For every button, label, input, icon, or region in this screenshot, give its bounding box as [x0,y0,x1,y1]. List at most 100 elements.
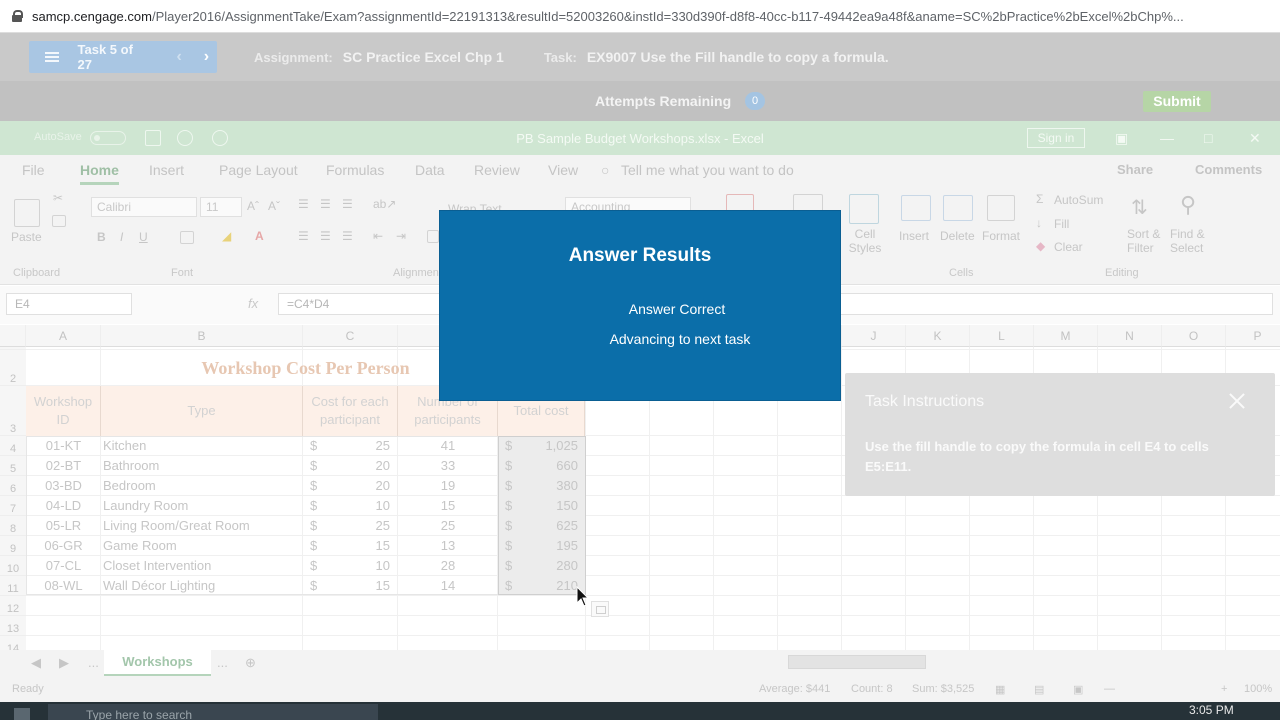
search-icon[interactable]: ⚲ [1180,192,1196,218]
cell-cost-4[interactable]: 25 [330,436,390,455]
column-header-m[interactable]: M [1034,325,1098,347]
cell-id-4[interactable]: 01-KT [26,436,101,455]
row-header-3[interactable]: 3 [0,386,26,436]
cell-type-7[interactable]: Laundry Room [103,496,301,515]
cell-n-4[interactable]: 41 [398,436,498,455]
cell-id-8[interactable]: 05-LR [26,516,101,535]
cell-n-11[interactable]: 14 [398,576,498,595]
cell-type-6[interactable]: Bedroom [103,476,301,495]
close-icon[interactable] [1227,391,1247,411]
minimize-icon[interactable]: — [1160,130,1174,146]
paste-icon[interactable] [14,199,40,227]
submit-button[interactable]: Submit [1143,91,1211,112]
zoom-level[interactable]: 100% [1244,683,1272,695]
bold-icon[interactable]: B [97,230,106,244]
autosum-button[interactable]: AutoSum [1054,193,1103,207]
align-left-icon[interactable]: ☰ [298,229,309,243]
more-sheets-left[interactable]: ... [88,655,99,670]
page-layout-view-icon[interactable]: ▤ [1034,683,1044,696]
align-center-icon[interactable]: ☰ [320,229,331,243]
font-color-icon[interactable]: A [255,229,264,243]
cell-id-11[interactable]: 08-WL [26,576,101,595]
select-all-corner[interactable] [0,325,26,347]
more-sheets-right[interactable]: ... [217,655,228,670]
tell-me-box[interactable]: Tell me what you want to do [621,162,794,178]
sort-filter-icon[interactable]: ⇅ [1131,195,1148,220]
cell-n-5[interactable]: 33 [398,456,498,475]
cell-total-5[interactable]: 660 [520,456,578,475]
zoom-in-icon[interactable]: + [1221,683,1227,695]
orientation-icon[interactable]: ab↗ [373,197,396,211]
close-icon[interactable]: ✕ [1249,130,1261,147]
cell-total-11[interactable]: 210 [520,576,578,595]
function-icon[interactable]: fx [248,296,258,311]
row-header-14[interactable]: 14 [0,636,26,650]
next-sheet-icon[interactable]: ▶ [59,655,69,671]
address-bar[interactable]: samcp.cengage.com/Player2016/AssignmentT… [0,0,1280,33]
cell-cost-9[interactable]: 15 [330,536,390,555]
tab-review[interactable]: Review [474,162,520,178]
cell-total-8[interactable]: 625 [520,516,578,535]
cell-cur-10[interactable]: $ [310,556,330,575]
tab-page-layout[interactable]: Page Layout [219,162,298,178]
cell-id-7[interactable]: 04-LD [26,496,101,515]
italic-icon[interactable]: I [120,230,123,244]
row-header-9[interactable]: 9 [0,536,26,556]
cell-total-6[interactable]: 380 [520,476,578,495]
cell-n-7[interactable]: 15 [398,496,498,515]
cell-n-8[interactable]: 25 [398,516,498,535]
grow-font-icon[interactable]: Aˆ [247,199,259,213]
taskbar-search[interactable]: Type here to search [48,704,378,720]
cut-icon[interactable]: ✂ [53,191,63,205]
column-header-n[interactable]: N [1098,325,1162,347]
shrink-font-icon[interactable]: Aˇ [268,199,280,213]
task-navigator[interactable]: Task 5 of 27 ‹ › [29,41,217,73]
cell-type-9[interactable]: Game Room [103,536,301,555]
delete-cells-icon[interactable] [943,195,973,221]
eraser-icon[interactable]: ◆ [1036,239,1045,253]
merge-center-icon[interactable] [427,230,439,243]
row-header-4[interactable]: 4 [0,436,26,456]
comments-button[interactable]: Comments [1195,162,1262,177]
horizontal-scrollbar[interactable] [788,655,926,669]
increase-indent-icon[interactable]: ⇥ [396,229,406,243]
sheet-tab-workshops[interactable]: Workshops [104,650,211,676]
row-header-7[interactable]: 7 [0,496,26,516]
decrease-indent-icon[interactable]: ⇤ [373,229,383,243]
column-header-k[interactable]: K [906,325,970,347]
fill-icon[interactable]: ↓ [1036,216,1042,230]
tab-data[interactable]: Data [415,162,445,178]
cell-cost-5[interactable]: 20 [330,456,390,475]
column-header-p[interactable]: P [1226,325,1280,347]
tab-insert[interactable]: Insert [149,162,184,178]
cell-id-5[interactable]: 02-BT [26,456,101,475]
column-header-b[interactable]: B [101,325,303,347]
cell-n-9[interactable]: 13 [398,536,498,555]
cell-cur-8[interactable]: $ [310,516,330,535]
format-cells-icon[interactable] [987,195,1015,221]
row-header-6[interactable]: 6 [0,476,26,496]
tab-file[interactable]: File [22,162,45,178]
cell-total-10[interactable]: 280 [520,556,578,575]
cell-type-11[interactable]: Wall Décor Lighting [103,576,301,595]
align-right-icon[interactable]: ☰ [342,229,353,243]
copy-icon[interactable] [52,215,66,227]
column-header-c[interactable]: C [303,325,398,347]
cell-total-4[interactable]: 1,025 [520,436,578,455]
font-size-select[interactable]: 11 [200,197,242,217]
cell-cost-7[interactable]: 10 [330,496,390,515]
cell-id-9[interactable]: 06-GR [26,536,101,555]
ribbon-display-icon[interactable]: ▣ [1115,130,1128,147]
tab-view[interactable]: View [548,162,578,178]
cell-n-10[interactable]: 28 [398,556,498,575]
cell-id-10[interactable]: 07-CL [26,556,101,575]
cell-cost-10[interactable]: 10 [330,556,390,575]
cell-cost-11[interactable]: 15 [330,576,390,595]
tab-formulas[interactable]: Formulas [326,162,384,178]
borders-icon[interactable] [180,231,194,244]
cell-id-6[interactable]: 03-BD [26,476,101,495]
tab-home[interactable]: Home [80,162,119,178]
row-header-5[interactable]: 5 [0,456,26,476]
zoom-out-icon[interactable]: — [1104,683,1115,695]
chevron-left-icon[interactable]: ‹ [169,48,190,66]
